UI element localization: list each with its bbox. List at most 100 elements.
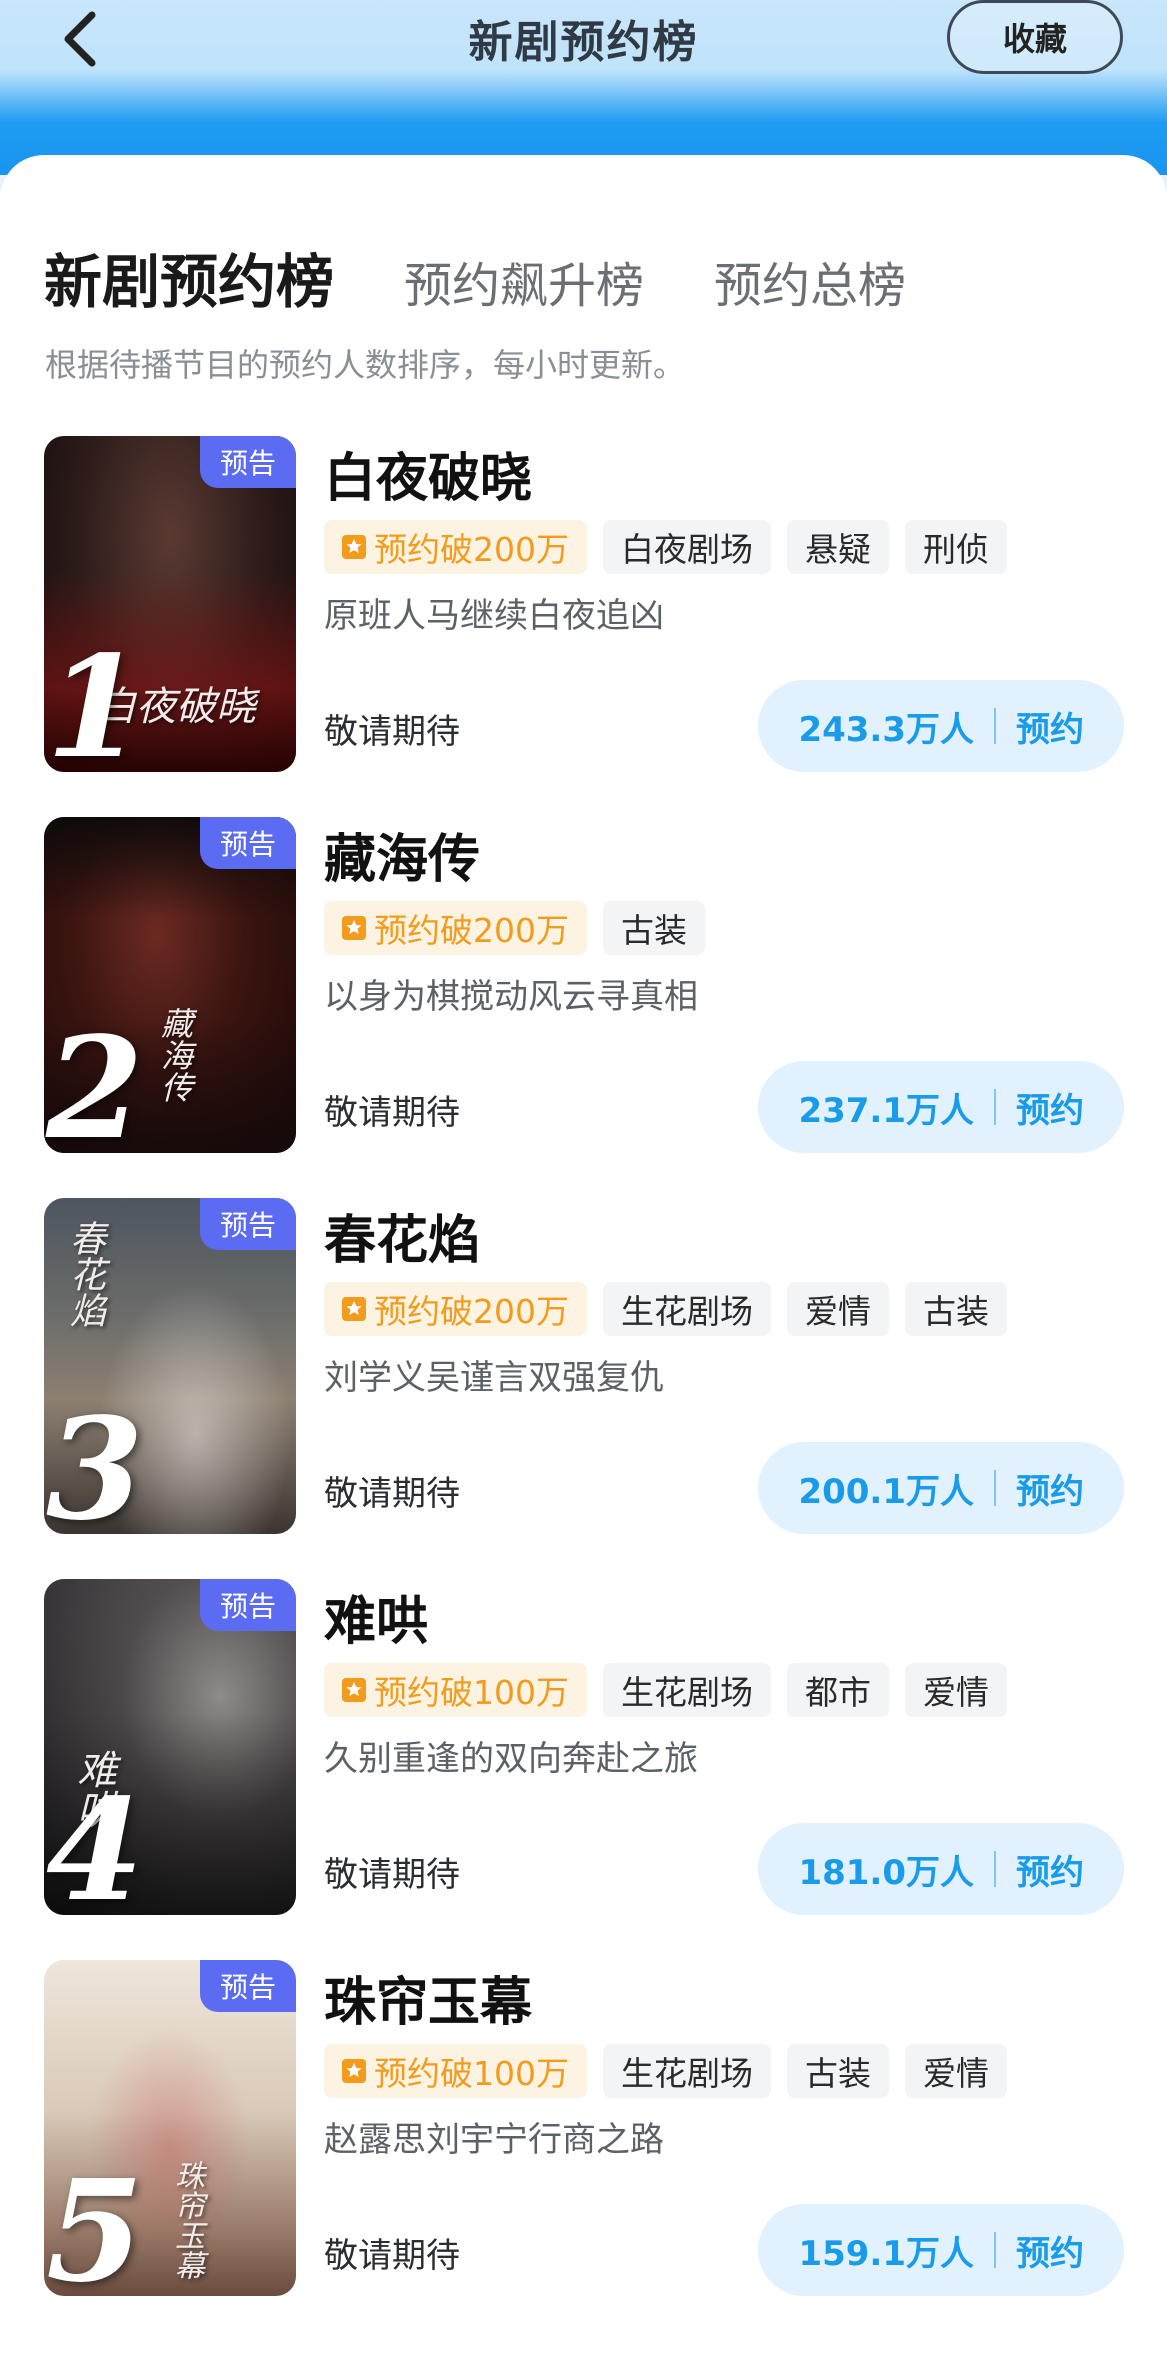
reserve-label: 预约	[1016, 1471, 1084, 1512]
reserve-button[interactable]: 200.1万人 预约	[758, 1442, 1124, 1534]
genre-tag: 生花剧场	[603, 1282, 771, 1336]
item-info: 白夜破晓 预约破200万 白夜剧场 悬疑 刑侦 原班人马继续白夜追凶 敬请期待 …	[324, 436, 1124, 772]
bookmark-star-icon	[342, 1678, 366, 1702]
list-item[interactable]: 春花焰 3 预告 春花焰 预约破200万 生花剧场 爱情 古装 刘学义吴谨言双强…	[44, 1198, 1124, 1534]
release-status: 敬请期待	[324, 712, 460, 752]
item-subtitle: 刘学义吴谨言双强复仇	[324, 1358, 664, 1398]
release-status: 敬请期待	[324, 2236, 460, 2276]
tag-list: 预约破100万 生花剧场 古装 爱情	[324, 2044, 1023, 2098]
poster[interactable]: 珠帘玉幕 5 预告	[44, 1960, 296, 2296]
genre-tag: 爱情	[905, 2044, 1007, 2098]
ranking-tabs: 新剧预约榜 预约飙升榜 预约总榜	[44, 235, 976, 319]
genre-tag: 白夜剧场	[603, 520, 771, 574]
list-item[interactable]: 珠帘玉幕 5 预告 珠帘玉幕 预约破100万 生花剧场 古装 爱情 赵露思刘宇宁…	[44, 1960, 1124, 2296]
rank-number: 4	[46, 1769, 144, 1915]
bookmark-star-icon	[342, 2059, 366, 2083]
item-info: 难哄 预约破100万 生花剧场 都市 爱情 久别重逢的双向奔赴之旅 敬请期待 1…	[324, 1579, 1124, 1915]
list-item[interactable]: 藏海传 2 预告 藏海传 预约破200万 古装 以身为棋搅动风云寻真相 敬请期待…	[44, 817, 1124, 1153]
reserve-label: 预约	[1016, 2233, 1084, 2274]
reserve-count: 243.3万人	[798, 709, 974, 750]
item-subtitle: 赵露思刘宇宁行商之路	[324, 2120, 664, 2160]
trailer-badge: 预告	[200, 1960, 296, 2012]
rank-number: 3	[46, 1388, 144, 1534]
item-info: 春花焰 预约破200万 生花剧场 爱情 古装 刘学义吴谨言双强复仇 敬请期待 2…	[324, 1198, 1124, 1534]
item-info: 珠帘玉幕 预约破100万 生花剧场 古装 爱情 赵露思刘宇宁行商之路 敬请期待 …	[324, 1960, 1124, 2296]
rank-number: 5	[46, 2150, 144, 2296]
hot-tag-label: 预约破100万	[374, 1673, 569, 1712]
bookmark-star-icon	[342, 1297, 366, 1321]
tag-list: 预约破100万 生花剧场 都市 爱情	[324, 1663, 1023, 1717]
tag-list: 预约破200万 生花剧场 爱情 古装	[324, 1282, 1023, 1336]
poster[interactable]: 难哄 4 预告	[44, 1579, 296, 1915]
reserve-label: 预约	[1016, 1090, 1084, 1131]
poster-logo: 珠帘玉幕	[169, 2160, 204, 2280]
favorite-button[interactable]: 收藏	[947, 0, 1123, 74]
genre-tag: 爱情	[787, 1282, 889, 1336]
reserve-count: 237.1万人	[798, 1090, 974, 1131]
divider	[994, 708, 996, 744]
poster[interactable]: 白夜破晓 1 预告	[44, 436, 296, 772]
tab-new-drama[interactable]: 新剧预约榜	[44, 235, 334, 319]
top-bar: 新剧预约榜 收藏	[0, 0, 1167, 175]
release-status: 敬请期待	[324, 1093, 460, 1133]
trailer-badge: 预告	[200, 817, 296, 869]
genre-tag: 古装	[603, 901, 705, 955]
hot-tag: 预约破100万	[324, 2044, 587, 2098]
divider	[994, 2232, 996, 2268]
reserve-count: 200.1万人	[798, 1471, 974, 1512]
rank-number: 1	[46, 626, 144, 772]
item-title[interactable]: 难哄	[324, 1579, 428, 1654]
trailer-badge: 预告	[200, 1198, 296, 1250]
poster-logo: 藏海传	[156, 1007, 194, 1103]
tab-total[interactable]: 预约总榜	[714, 246, 906, 316]
trailer-badge: 预告	[200, 436, 296, 488]
item-title[interactable]: 春花焰	[324, 1198, 480, 1273]
hot-tag-label: 预约破200万	[374, 911, 569, 950]
reserve-button[interactable]: 181.0万人 预约	[758, 1823, 1124, 1915]
hot-tag-label: 预约破200万	[374, 530, 569, 569]
bookmark-star-icon	[342, 535, 366, 559]
rank-number: 2	[46, 1007, 144, 1153]
genre-tag: 都市	[787, 1663, 889, 1717]
trailer-badge: 预告	[200, 1579, 296, 1631]
tag-list: 预约破200万 古装	[324, 901, 721, 955]
genre-tag: 生花剧场	[603, 1663, 771, 1717]
poster-logo: 春花焰	[64, 1220, 105, 1328]
item-title[interactable]: 藏海传	[324, 817, 480, 892]
genre-tag: 古装	[905, 1282, 1007, 1336]
tag-list: 预约破200万 白夜剧场 悬疑 刑侦	[324, 520, 1023, 574]
genre-tag: 爱情	[905, 1663, 1007, 1717]
reserve-count: 159.1万人	[798, 2233, 974, 2274]
item-subtitle: 以身为棋搅动风云寻真相	[324, 977, 698, 1017]
poster[interactable]: 藏海传 2 预告	[44, 817, 296, 1153]
divider	[994, 1851, 996, 1887]
reserve-count: 181.0万人	[798, 1852, 974, 1893]
genre-tag: 生花剧场	[603, 2044, 771, 2098]
item-title[interactable]: 白夜破晓	[324, 436, 532, 511]
reserve-button[interactable]: 159.1万人 预约	[758, 2204, 1124, 2296]
poster[interactable]: 春花焰 3 预告	[44, 1198, 296, 1534]
item-subtitle: 原班人马继续白夜追凶	[324, 596, 664, 636]
genre-tag: 古装	[787, 2044, 889, 2098]
item-info: 藏海传 预约破200万 古装 以身为棋搅动风云寻真相 敬请期待 237.1万人 …	[324, 817, 1124, 1153]
reserve-button[interactable]: 237.1万人 预约	[758, 1061, 1124, 1153]
ranking-description: 根据待播节目的预约人数排序，每小时更新。	[45, 346, 686, 384]
hot-tag: 预约破200万	[324, 520, 587, 574]
tab-rising[interactable]: 预约飙升榜	[404, 246, 644, 316]
reserve-label: 预约	[1016, 1852, 1084, 1893]
release-status: 敬请期待	[324, 1474, 460, 1514]
list-item[interactable]: 难哄 4 预告 难哄 预约破100万 生花剧场 都市 爱情 久别重逢的双向奔赴之…	[44, 1579, 1124, 1915]
list-item[interactable]: 白夜破晓 1 预告 白夜破晓 预约破200万 白夜剧场 悬疑 刑侦 原班人马继续…	[44, 436, 1124, 772]
genre-tag: 刑侦	[905, 520, 1007, 574]
nav-bar: 新剧预约榜 收藏	[0, 0, 1167, 104]
bookmark-star-icon	[342, 916, 366, 940]
item-subtitle: 久别重逢的双向奔赴之旅	[324, 1739, 698, 1779]
hot-tag: 预约破200万	[324, 1282, 587, 1336]
hot-tag-label: 预约破200万	[374, 1292, 569, 1331]
release-status: 敬请期待	[324, 1855, 460, 1895]
hot-tag: 预约破200万	[324, 901, 587, 955]
item-title[interactable]: 珠帘玉幕	[324, 1960, 532, 2035]
reserve-button[interactable]: 243.3万人 预约	[758, 680, 1124, 772]
divider	[994, 1470, 996, 1506]
hot-tag-label: 预约破100万	[374, 2054, 569, 2093]
